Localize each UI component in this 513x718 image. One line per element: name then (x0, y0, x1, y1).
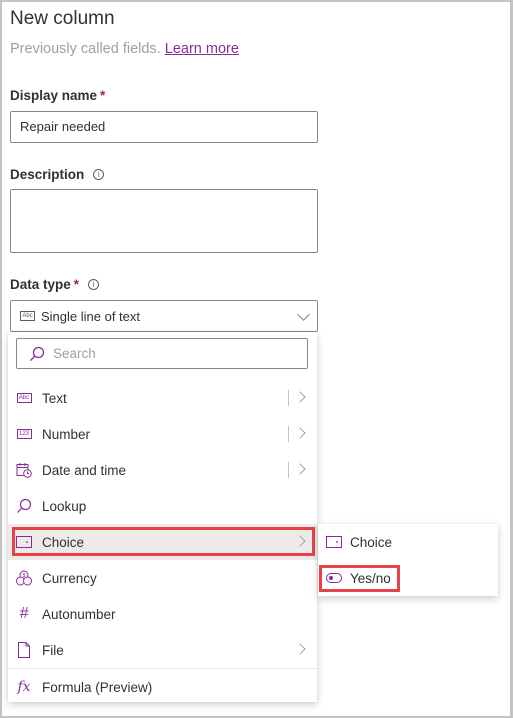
subtitle-text: Previously called fields. (10, 41, 161, 57)
chevron-right-icon[interactable] (294, 391, 306, 403)
display-name-label: Display name * (10, 88, 105, 103)
separator (288, 426, 289, 442)
menu-item-label: File (42, 642, 64, 658)
info-icon[interactable]: i (88, 279, 100, 290)
menu-item-lookup[interactable]: Lookup (8, 488, 317, 524)
submenu-item-label: Yes/no (350, 570, 391, 586)
menu-item-label: Date and time (42, 462, 127, 478)
currency-icon: $ (16, 570, 32, 586)
chevron-right-icon[interactable] (294, 535, 306, 547)
display-name-input[interactable]: Repair needed (10, 111, 318, 143)
page-title: New column (10, 8, 115, 29)
submenu-item-label: Choice (350, 534, 393, 550)
menu-item-number[interactable]: 123 Number (8, 416, 317, 452)
menu-item-label: Autonumber (42, 606, 116, 622)
menu-item-label: Number (42, 426, 91, 442)
toggle-icon (326, 570, 342, 586)
search-icon (29, 346, 45, 362)
required-mark: * (73, 277, 80, 292)
chevron-right-icon[interactable] (294, 463, 306, 475)
menu-item-label: Currency (42, 570, 97, 586)
chevron-right-icon[interactable] (294, 643, 306, 655)
learn-more-link[interactable]: Learn more (165, 41, 239, 57)
number-123-icon: 123 (16, 426, 32, 442)
description-label: Description i (10, 167, 105, 182)
choice-icon (16, 534, 32, 550)
file-icon (16, 642, 32, 658)
menu-item-label: Formula (Preview) (42, 679, 153, 695)
search-placeholder: Search (53, 346, 96, 361)
description-label-text: Description (10, 167, 85, 182)
data-type-label-text: Data type (10, 277, 71, 292)
hash-icon: # (19, 605, 29, 622)
menu-item-choice[interactable]: Choice (8, 524, 317, 560)
chevron-down-icon (297, 308, 310, 321)
menu-item-currency[interactable]: $ Currency (8, 560, 317, 596)
submenu-item-choice[interactable]: Choice (318, 524, 498, 560)
menu-item-text[interactable]: Abc Text (8, 380, 317, 416)
required-mark: * (100, 88, 106, 103)
menu-item-autonumber[interactable]: # Autonumber (8, 596, 317, 632)
submenu-item-yes-no[interactable]: Yes/no (318, 560, 498, 596)
search-input[interactable]: Search (16, 338, 308, 369)
search-icon (16, 498, 32, 514)
choice-submenu: Choice Yes/no (318, 524, 498, 596)
text-abc-icon: Abc (16, 390, 32, 406)
display-name-label-text: Display name (10, 88, 98, 103)
text-abc-icon: Abc (20, 311, 35, 321)
choice-icon (326, 534, 342, 550)
calendar-clock-icon (16, 462, 32, 478)
menu-item-label: Choice (42, 534, 85, 550)
svg-text:$: $ (23, 573, 26, 579)
menu-item-label: Text (42, 390, 67, 406)
menu-item-label: Lookup (42, 498, 87, 514)
separator (288, 462, 289, 478)
separator (288, 390, 289, 406)
data-type-selected: Single line of text (41, 308, 141, 324)
data-type-label: Data type * i (10, 277, 100, 292)
data-type-dropdown[interactable]: Abc Single line of text (10, 300, 318, 332)
fx-icon: fx (17, 679, 31, 695)
menu-item-formula[interactable]: fx Formula (Preview) (8, 669, 317, 705)
subtitle: Previously called fields. Learn more (10, 41, 239, 57)
menu-item-date-and-time[interactable]: Date and time (8, 452, 317, 488)
data-type-menu: Search Abc Text 123 Number Date and time… (8, 332, 317, 702)
menu-item-file[interactable]: File (8, 632, 317, 668)
info-icon[interactable]: i (93, 169, 105, 180)
chevron-right-icon[interactable] (294, 427, 306, 439)
description-textarea[interactable] (10, 189, 318, 253)
